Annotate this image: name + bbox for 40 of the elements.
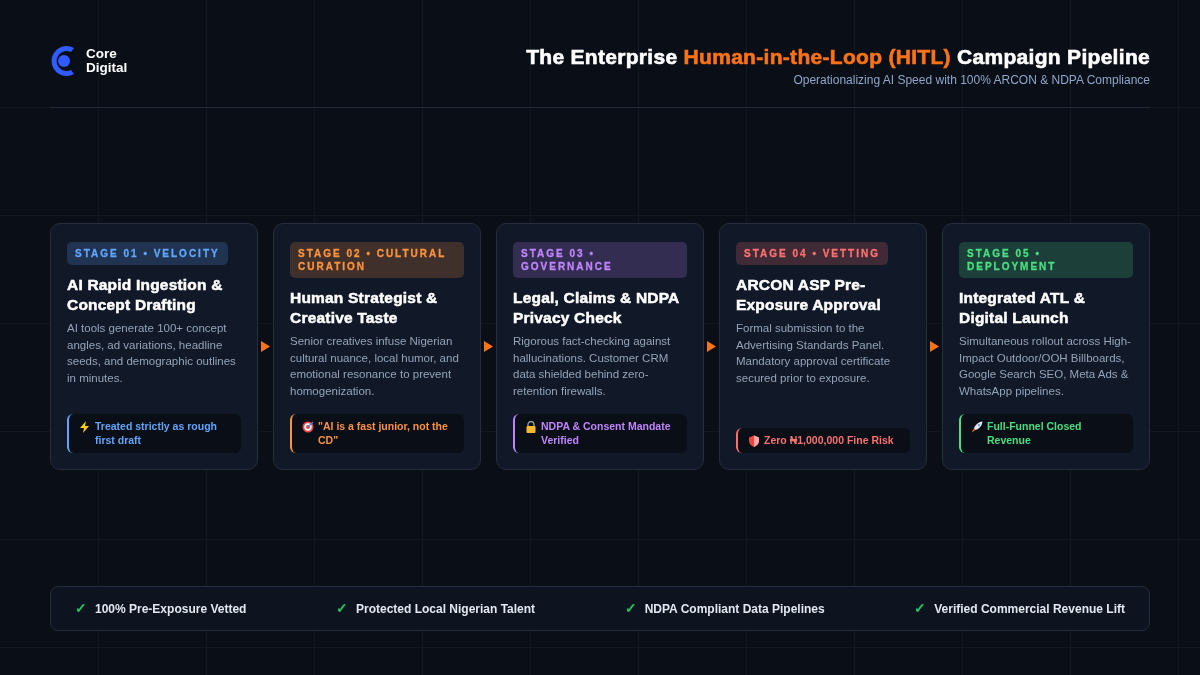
stage-badge: STAGE 02 • CULTURAL CURATION [290,242,464,279]
callout-text: Full-Funnel Closed Revenue [987,419,1083,448]
callout-text: Treated strictly as rough first draft [95,419,218,448]
stage-title: Human Strategist & Creative Taste [290,288,439,327]
check-mark: ✓ [335,599,348,618]
footer-item: 100% Pre-Exposure Vetted [95,600,247,618]
stage-title: AI Rapid Ingestion & Concept Drafting [67,275,224,314]
arrow-icon [484,341,493,353]
arrow-icon [707,341,716,353]
callout-text: Zero ₦1,000,000 Fine Risk [764,433,894,448]
brand-name: Core Digital [86,46,128,76]
rocket-icon [971,420,983,433]
check-mark: ✓ [75,599,87,618]
stage-description: Senior creatives infuse Nigerian cultural nuance, local humor, and emotional resonance to prevent homogenization. [290,333,460,399]
page-subtitle: Operationalizing AI Speed with 100% ARCON & NDPA Compliance [792,72,1150,90]
arrow-icon [930,341,939,353]
check-mark: ✓ [624,599,637,618]
check-mark: ✓ [914,599,927,618]
stage-badge: STAGE 01 • VELOCITY [67,242,228,266]
stage-title: ARCON ASP Pre-Exposure Approval [736,275,882,314]
footer-item: Protected Local Nigerian Talent [355,600,536,618]
stage-badge: STAGE 05 • DEPLOYMENT [959,242,1133,279]
lightning-icon [79,420,91,433]
stage-title: Legal, Claims & NDPA Privacy Check [513,288,680,327]
arrow-icon [261,341,270,353]
lock-icon [525,420,537,433]
stage-description: Rigorous fact-checking against hallucinations. Customer CRM data shielded behind zero-retention firewalls. [513,333,672,399]
callout-text: NDPA & Consent Mandate Verified [541,419,672,448]
stage-description: Formal submission to the Advertising Standards Panel. Mandatory approval certificate secured prior to exposure. [736,320,892,386]
page-title: The Enterprise Human-in-the-Loop (HITL) Campaign Pipeline [526,44,1150,70]
footer-item: Verified Commercial Revenue Lift [934,600,1125,618]
stage-badge: STAGE 04 • VETTING [736,242,888,266]
shield-icon [748,434,760,447]
stage-description: AI tools generate 100+ concept angles, ad variations, headline seeds, and demographic outlines in minutes. [67,320,237,386]
stage-description: Simultaneous rollout across High-Impact Outdoor/OOH Billboards, Google Search SEO, Meta Ads & WhatsApp pipelines. [959,333,1132,399]
callout-text: "AI is a fast junior, not the CD" [318,419,449,448]
footer-item: NDPA Compliant Data Pipelines [644,600,825,618]
stage-title: Integrated ATL & Digital Launch [959,288,1087,327]
stage-badge: STAGE 03 • GOVERNANCE [513,242,687,279]
target-icon [302,420,314,433]
